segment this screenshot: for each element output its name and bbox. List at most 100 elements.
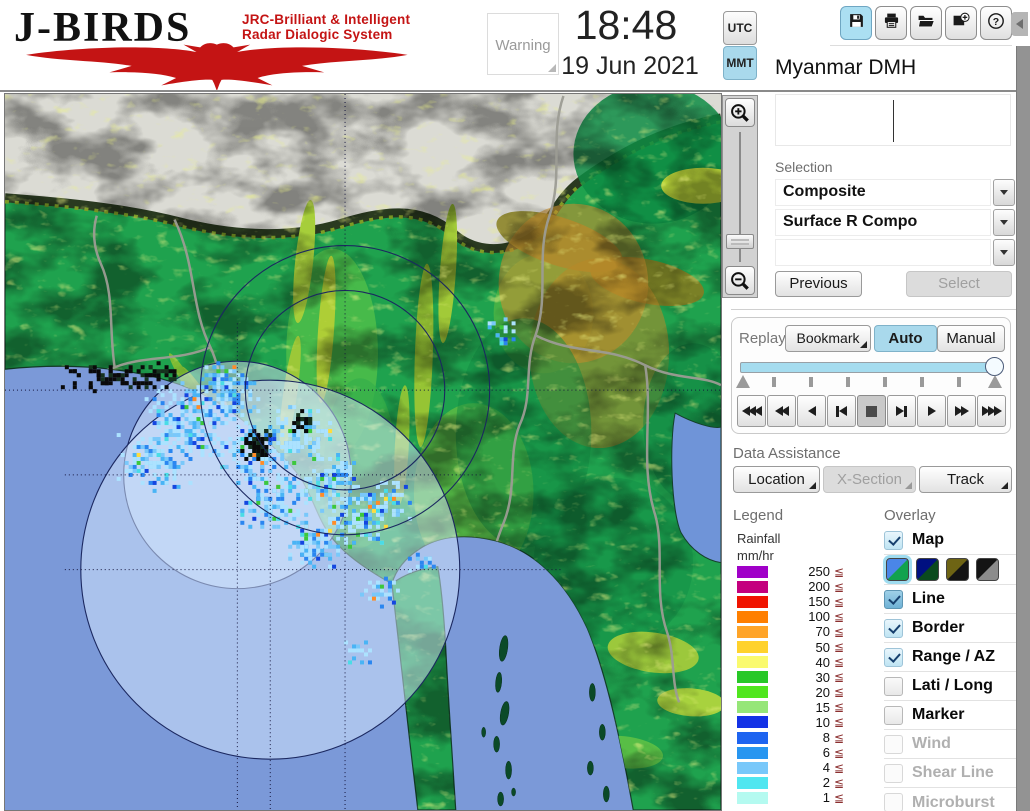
print-button[interactable] — [875, 6, 907, 40]
info-box-divider — [893, 100, 894, 142]
range-az-checkbox[interactable] — [884, 647, 903, 667]
chevron-down-icon — [1000, 220, 1008, 225]
legend-value: 10 — [815, 714, 830, 730]
legend-row: 20 ≦ — [737, 685, 844, 700]
legend-value: 6 — [822, 745, 830, 761]
zoom-in-button[interactable] — [725, 98, 755, 127]
legend-value: 15 — [815, 699, 830, 715]
line-checkbox[interactable] — [884, 589, 903, 609]
snapshot-button[interactable] — [945, 6, 977, 40]
legend-value: 70 — [815, 624, 830, 640]
open-button[interactable] — [910, 6, 942, 40]
microburst-checkbox[interactable] — [884, 793, 903, 811]
legend-row: 8 ≦ — [737, 730, 844, 745]
legend-suffix: ≦ — [834, 775, 845, 790]
skip-end-fast-button[interactable] — [977, 395, 1006, 427]
map-style-3-swatch[interactable] — [946, 558, 969, 581]
legend-suffix: ≦ — [834, 715, 845, 730]
shear-line-checkbox[interactable] — [884, 763, 903, 783]
save-button[interactable] — [840, 6, 872, 40]
legend-row: 150 ≦ — [737, 594, 844, 609]
replay-timeline-handle[interactable] — [985, 357, 1004, 376]
warning-button[interactable]: Warning — [487, 13, 559, 75]
selection-dropdown-1-arrow-button[interactable] — [993, 179, 1015, 206]
legend-row: 2 ≦ — [737, 775, 844, 790]
panel-collapse-button[interactable] — [1011, 12, 1028, 36]
select-button[interactable]: Select — [906, 271, 1012, 297]
overlay-row-border: Border — [884, 614, 1016, 643]
eagle-logo-icon — [26, 43, 408, 90]
step-forward-icon — [896, 406, 905, 416]
radar-map-canvas — [5, 94, 721, 810]
overlay-label: Overlay — [884, 507, 936, 524]
utc-button[interactable]: UTC — [723, 11, 757, 45]
legend-suffix: ≦ — [834, 745, 845, 760]
track-button[interactable]: Track — [919, 466, 1012, 493]
legend-suffix: ≦ — [834, 670, 845, 685]
timeline-end-marker[interactable] — [988, 375, 1002, 388]
overlay-item-label: Border — [912, 619, 965, 636]
printer-icon — [883, 12, 900, 34]
legend-row: 6 ≦ — [737, 745, 844, 760]
map-style-4-swatch[interactable] — [976, 558, 999, 581]
selection-dropdown-3-arrow-button[interactable] — [993, 239, 1015, 266]
step-forward-button[interactable] — [887, 395, 916, 427]
legend-value: 30 — [815, 669, 830, 685]
map-zoom-control — [722, 95, 758, 298]
legend-suffix: ≦ — [834, 700, 845, 715]
legend-color-swatch — [737, 625, 768, 638]
image-add-icon — [952, 12, 970, 34]
selection-dropdown-2-arrow-button[interactable] — [993, 209, 1015, 236]
auto-button[interactable]: Auto — [874, 325, 937, 352]
step-backward-button[interactable] — [827, 395, 856, 427]
map-checkbox[interactable] — [884, 530, 903, 550]
stop-button[interactable] — [857, 395, 886, 427]
border-checkbox[interactable] — [884, 618, 903, 638]
mmt-button[interactable]: MMT — [723, 46, 757, 80]
legend-color-swatch — [737, 580, 768, 593]
legend-row: 40 ≦ — [737, 655, 844, 670]
zoom-out-button[interactable] — [725, 266, 755, 295]
help-button[interactable]: ? — [980, 6, 1012, 40]
wind-checkbox[interactable] — [884, 734, 903, 754]
marker-checkbox[interactable] — [884, 705, 903, 725]
skip-start-fast-button[interactable] — [737, 395, 766, 427]
x-section-button[interactable]: X-Section — [823, 466, 916, 493]
overlay-item-label: Shear Line — [912, 764, 994, 781]
map-style-1-swatch[interactable] — [886, 558, 909, 581]
timeline-tick — [772, 377, 776, 387]
legend-row: 30 ≦ — [737, 670, 844, 685]
location-button[interactable]: Location — [733, 466, 820, 493]
map-style-2-swatch[interactable] — [916, 558, 939, 581]
replay-label: Replay — [739, 330, 786, 347]
previous-button[interactable]: Previous — [775, 271, 862, 297]
svg-text:?: ? — [993, 16, 999, 28]
overlay-row-wind: Wind — [884, 730, 1016, 759]
play-backward-button[interactable] — [797, 395, 826, 427]
lati-long-checkbox[interactable] — [884, 676, 903, 696]
play-forward-button[interactable] — [917, 395, 946, 427]
selection-dropdown-1-value[interactable]: Composite — [775, 179, 991, 206]
manual-button[interactable]: Manual — [937, 325, 1005, 352]
rewind-button[interactable] — [767, 395, 796, 427]
bookmark-button[interactable]: Bookmark — [785, 325, 871, 352]
legend-color-swatch — [737, 686, 768, 699]
data-assistance-label: Data Assistance — [733, 445, 841, 462]
legend-value: 4 — [822, 760, 830, 776]
timeline-start-marker[interactable] — [736, 375, 750, 388]
play-backward-icon — [807, 406, 816, 416]
legend-row: 10 ≦ — [737, 715, 844, 730]
legend-suffix: ≦ — [834, 624, 845, 639]
fast-forward-button[interactable] — [947, 395, 976, 427]
zoom-slider-handle[interactable] — [726, 234, 754, 249]
radar-map[interactable] — [4, 93, 722, 811]
selection-dropdown-2-value[interactable]: Surface R Compo — [775, 209, 991, 236]
legend-value: 1 — [822, 790, 830, 806]
legend-color-swatch — [737, 610, 768, 623]
selection-dropdown-3-value[interactable] — [775, 239, 991, 266]
legend-color-swatch — [737, 731, 768, 744]
replay-timeline-track[interactable] — [740, 362, 1002, 373]
overlay-item-label: Map — [912, 531, 944, 548]
overlay-item-label: Range / AZ — [912, 648, 995, 665]
legend-suffix: ≦ — [834, 640, 845, 655]
